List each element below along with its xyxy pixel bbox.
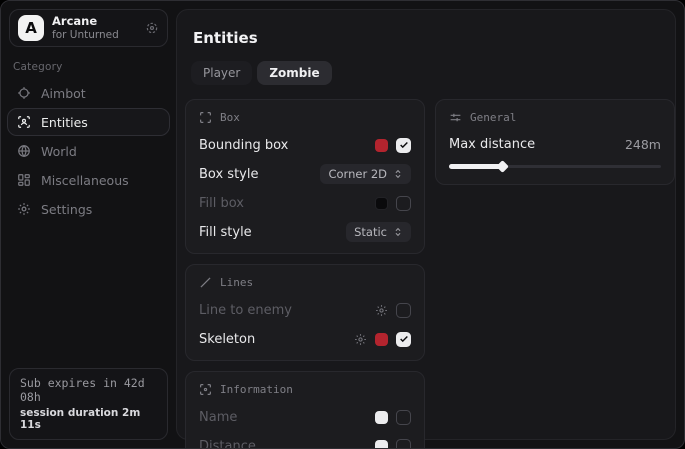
entity-tabs: Player Zombie — [191, 61, 667, 85]
slider-thumb[interactable] — [496, 160, 509, 173]
card-title: Box — [220, 111, 240, 124]
setting-label: Fill box — [199, 196, 244, 211]
globe-icon — [16, 144, 31, 158]
brand-text: Arcane for Unturned — [52, 15, 137, 40]
brand-title: Arcane — [52, 15, 137, 28]
category-label: Category — [13, 61, 164, 73]
color-swatch[interactable] — [375, 333, 388, 346]
sidebar-item-label: World — [41, 144, 77, 159]
sliders-icon — [449, 111, 462, 124]
general-card: General Max distance 248m — [435, 99, 675, 185]
setting-row-name: Name — [199, 409, 411, 425]
information-card: Information Name Distance — [185, 371, 425, 449]
main-panel: Entities Player Zombie Box — [176, 9, 676, 440]
page-title: Entities — [193, 29, 667, 47]
card-title: Information — [220, 383, 293, 396]
sidebar-item-aimbot[interactable]: Aimbot — [7, 79, 170, 107]
bounding-box-checkbox[interactable] — [396, 138, 411, 153]
max-distance-slider[interactable] — [449, 162, 661, 171]
sidebar-item-label: Miscellaneous — [41, 173, 129, 188]
selected-value: Corner 2D — [328, 167, 387, 181]
setting-label: Bounding box — [199, 138, 288, 153]
subscription-status-card: Sub expires in 42d 08h session duration … — [9, 368, 168, 440]
scan-info-icon — [199, 383, 212, 396]
gear-icon[interactable] — [145, 21, 159, 35]
setting-label: Box style — [199, 167, 258, 182]
setting-row-bounding-box: Bounding box — [199, 137, 411, 153]
row-settings-gear-icon[interactable] — [354, 333, 367, 346]
box-card: Box Bounding box Box style — [185, 99, 425, 254]
setting-row-box-style: Box style Corner 2D — [199, 166, 411, 182]
sidebar-item-label: Settings — [41, 202, 92, 217]
box-corners-icon — [199, 111, 212, 124]
color-swatch[interactable] — [375, 139, 388, 152]
lines-card: Lines Line to enemy — [185, 264, 425, 361]
color-swatch[interactable] — [375, 411, 388, 424]
setting-label: Max distance — [449, 137, 535, 152]
sidebar-item-label: Entities — [41, 115, 88, 130]
chevrons-up-down-icon — [393, 227, 403, 237]
setting-label: Skeleton — [199, 332, 255, 347]
sidebar-item-settings[interactable]: Settings — [7, 195, 170, 223]
box-style-select[interactable]: Corner 2D — [320, 164, 411, 184]
grid-icon — [16, 173, 31, 187]
card-title: Lines — [220, 276, 253, 289]
line-to-enemy-checkbox[interactable] — [396, 303, 411, 318]
arcane-menu-window: A Arcane for Unturned Category Aimbot — [0, 0, 685, 449]
sub-expiry-text: Sub expires in 42d 08h — [20, 376, 157, 404]
crosshair-icon — [16, 86, 31, 100]
setting-label: Name — [199, 410, 237, 425]
tab-zombie[interactable]: Zombie — [257, 61, 331, 85]
setting-row-skeleton: Skeleton — [199, 331, 411, 347]
fill-style-select[interactable]: Static — [346, 222, 411, 242]
row-settings-gear-icon[interactable] — [375, 304, 388, 317]
brand-subtitle: for Unturned — [52, 29, 137, 41]
chevrons-up-down-icon — [393, 169, 403, 179]
setting-row-fill-style: Fill style Static — [199, 224, 411, 240]
name-checkbox[interactable] — [396, 410, 411, 425]
selected-value: Static — [354, 225, 387, 239]
sidebar: A Arcane for Unturned Category Aimbot — [1, 1, 176, 448]
card-title: General — [470, 111, 516, 124]
setting-label: Fill style — [199, 225, 252, 240]
fill-box-checkbox[interactable] — [396, 196, 411, 211]
brand-logo: A — [18, 15, 44, 41]
brand-card: A Arcane for Unturned — [9, 9, 168, 47]
sidebar-nav: Aimbot Entities World — [1, 77, 176, 225]
gear-icon — [16, 202, 31, 216]
setting-row-line-to-enemy: Line to enemy — [199, 302, 411, 318]
max-distance-value: 248m — [625, 137, 661, 152]
session-duration-text: session duration 2m 11s — [20, 407, 157, 431]
skeleton-checkbox[interactable] — [396, 332, 411, 347]
sidebar-item-entities[interactable]: Entities — [7, 108, 170, 136]
slider-fill — [449, 164, 502, 169]
sidebar-item-world[interactable]: World — [7, 137, 170, 165]
setting-row-max-distance: Max distance 248m — [449, 137, 661, 152]
setting-row-distance: Distance — [199, 438, 411, 449]
color-swatch[interactable] — [375, 440, 388, 449]
setting-row-fill-box: Fill box — [199, 195, 411, 211]
setting-label: Line to enemy — [199, 303, 292, 318]
sidebar-item-label: Aimbot — [41, 86, 86, 101]
color-swatch[interactable] — [375, 197, 388, 210]
setting-label: Distance — [199, 439, 256, 449]
sidebar-item-miscellaneous[interactable]: Miscellaneous — [7, 166, 170, 194]
diagonal-line-icon — [199, 276, 212, 289]
distance-checkbox[interactable] — [396, 439, 411, 449]
entities-scan-icon — [16, 115, 31, 129]
tab-player[interactable]: Player — [191, 61, 252, 85]
